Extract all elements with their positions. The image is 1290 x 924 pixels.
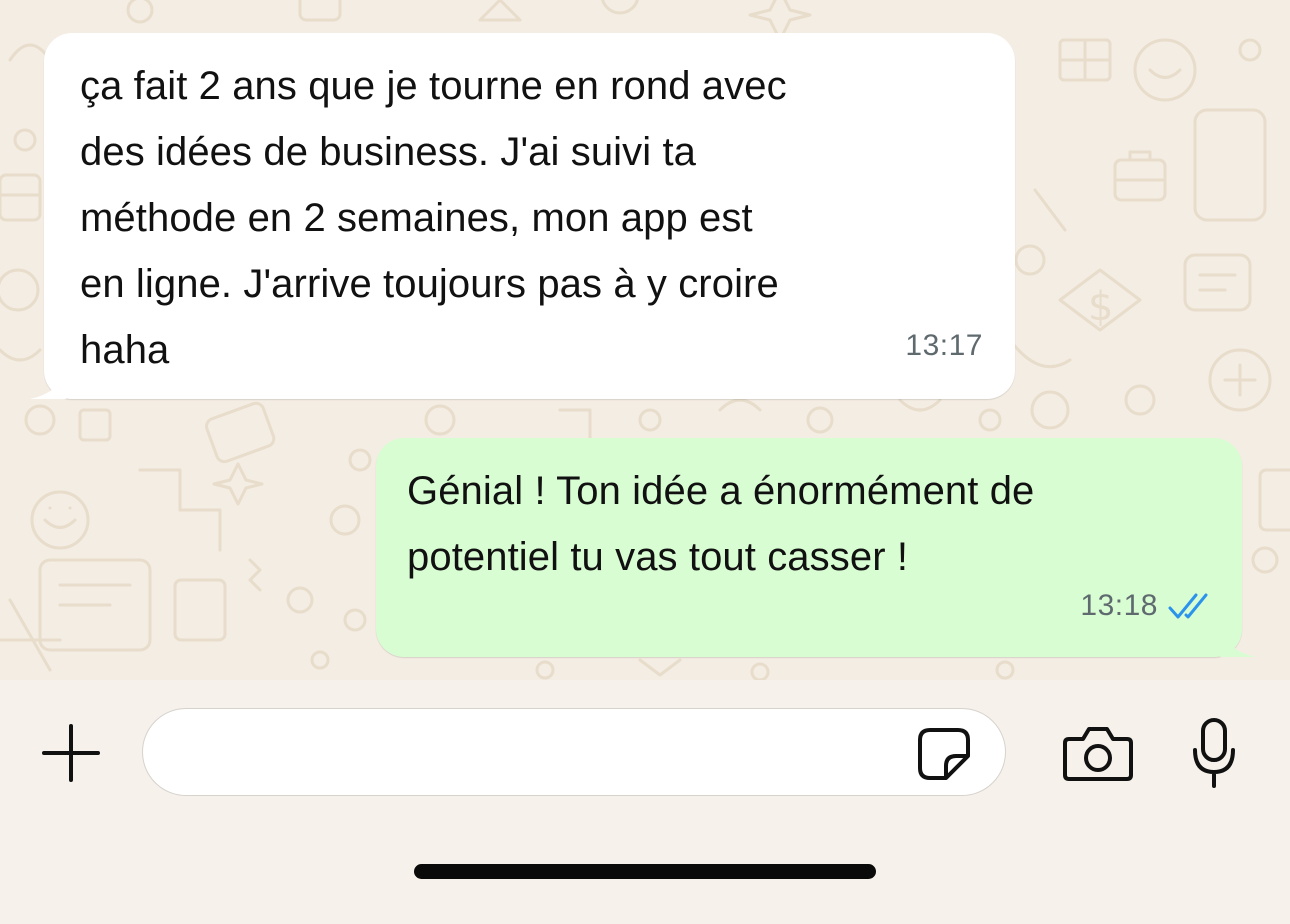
microphone-icon	[1193, 718, 1235, 788]
bubble-tail	[30, 369, 66, 399]
chat-area: $ ça fait 2 ans que je tourne en rond av…	[0, 0, 1290, 680]
outgoing-message-text: Génial ! Ton idée a énormément de potent…	[407, 469, 1035, 579]
message-time: 13:18	[1080, 589, 1158, 622]
attach-button[interactable]	[36, 722, 106, 784]
camera-button[interactable]	[1060, 720, 1136, 786]
plus-icon	[42, 724, 100, 782]
sticker-button[interactable]	[912, 722, 976, 786]
message-composer	[0, 680, 1290, 924]
message-input[interactable]	[142, 708, 1006, 796]
incoming-message-text: ça fait 2 ans que je tourne en rond avec…	[80, 64, 787, 372]
outgoing-message-bubble[interactable]: Génial ! Ton idée a énormément de potent…	[376, 438, 1256, 657]
incoming-message-meta: 13:17	[905, 313, 983, 379]
bubble-tail	[1220, 627, 1256, 657]
microphone-button[interactable]	[1186, 714, 1242, 794]
message-time: 13:17	[905, 329, 983, 362]
home-indicator	[414, 864, 876, 879]
outgoing-message-meta: 13:18	[1080, 573, 1214, 639]
incoming-message-bubble[interactable]: ça fait 2 ans que je tourne en rond avec…	[30, 33, 1015, 399]
camera-icon	[1063, 727, 1133, 781]
svg-text:$: $	[1088, 284, 1113, 330]
sticker-icon	[918, 728, 970, 780]
double-check-icon	[1168, 593, 1208, 619]
